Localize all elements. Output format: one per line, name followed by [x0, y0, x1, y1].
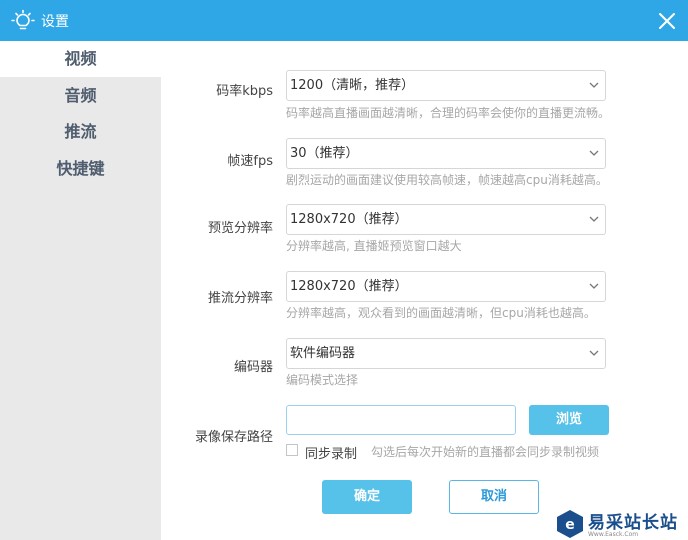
sync-record-checkbox[interactable]	[286, 444, 298, 456]
sync-record-hint: 勾选后每次开始新的直播都会同步录制视频	[371, 445, 600, 459]
bitrate-select[interactable]: 1200（清晰，推荐）	[286, 70, 606, 101]
preview-resolution-hint: 分辨率越高, 直播姬预览窗口越大	[286, 239, 462, 253]
browse-button[interactable]: 浏览	[529, 405, 609, 435]
encoder-label: 编码器	[233, 360, 273, 375]
bitrate-hint: 码率越高直播画面越清晰，合理的码率会使你的直播更流畅。	[286, 106, 611, 120]
site-logo-icon: e	[557, 510, 583, 538]
fps-label: 帧速fps	[227, 154, 273, 169]
chevron-down-icon	[589, 283, 599, 289]
cancel-button[interactable]: 取消	[449, 480, 539, 514]
title-bar: 设置	[0, 0, 688, 41]
chevron-down-icon	[589, 350, 599, 356]
record-path-input[interactable]	[286, 405, 516, 435]
ok-button[interactable]: 确定	[322, 480, 412, 514]
encoder-hint: 编码模式选择	[286, 373, 359, 387]
bitrate-label: 码率kbps	[216, 84, 273, 99]
stream-resolution-hint: 分辨率越高，观众看到的画面越清晰，但cpu消耗也越高。	[286, 306, 596, 320]
sidebar-item-hotkeys[interactable]: 快捷键	[0, 151, 161, 187]
window-title: 设置	[41, 14, 69, 30]
bitrate-value: 1200（清晰，推荐）	[290, 78, 415, 93]
preview-resolution-label: 预览分辨率	[207, 221, 273, 236]
svg-text:e: e	[565, 517, 575, 533]
chevron-down-icon	[589, 82, 599, 88]
watermark: e 易采站长站 Www.Easck.Com	[553, 507, 688, 540]
encoder-value: 软件编码器	[290, 346, 356, 361]
sidebar-item-video[interactable]: 视频	[0, 41, 161, 77]
stream-resolution-value: 1280x720（推荐）	[290, 279, 408, 294]
stream-resolution-label: 推流分辨率	[207, 291, 273, 306]
stream-resolution-select[interactable]: 1280x720（推荐）	[286, 271, 606, 302]
chevron-down-icon	[589, 216, 599, 222]
preview-resolution-select[interactable]: 1280x720（推荐）	[286, 204, 606, 235]
preview-resolution-value: 1280x720（推荐）	[290, 212, 408, 227]
close-icon[interactable]	[654, 8, 680, 34]
sidebar-item-audio[interactable]: 音频	[0, 78, 161, 114]
fps-value: 30（推荐）	[290, 146, 359, 161]
watermark-text: 易采站长站	[588, 513, 678, 533]
sidebar-item-stream[interactable]: 推流	[0, 114, 161, 150]
fps-select[interactable]: 30（推荐）	[286, 138, 606, 169]
settings-sidebar: 视频 音频 推流 快捷键	[0, 41, 161, 540]
lightbulb-icon	[11, 9, 35, 30]
encoder-select[interactable]: 软件编码器	[286, 338, 606, 369]
watermark-url: Www.Easck.Com	[588, 531, 639, 538]
sync-record-label[interactable]: 同步录制	[305, 443, 357, 462]
record-path-label: 录像保存路径	[194, 430, 273, 445]
fps-hint: 剧烈运动的画面建议使用较高帧速，帧速越高cpu消耗越高。	[286, 173, 608, 187]
chevron-down-icon	[589, 150, 599, 156]
